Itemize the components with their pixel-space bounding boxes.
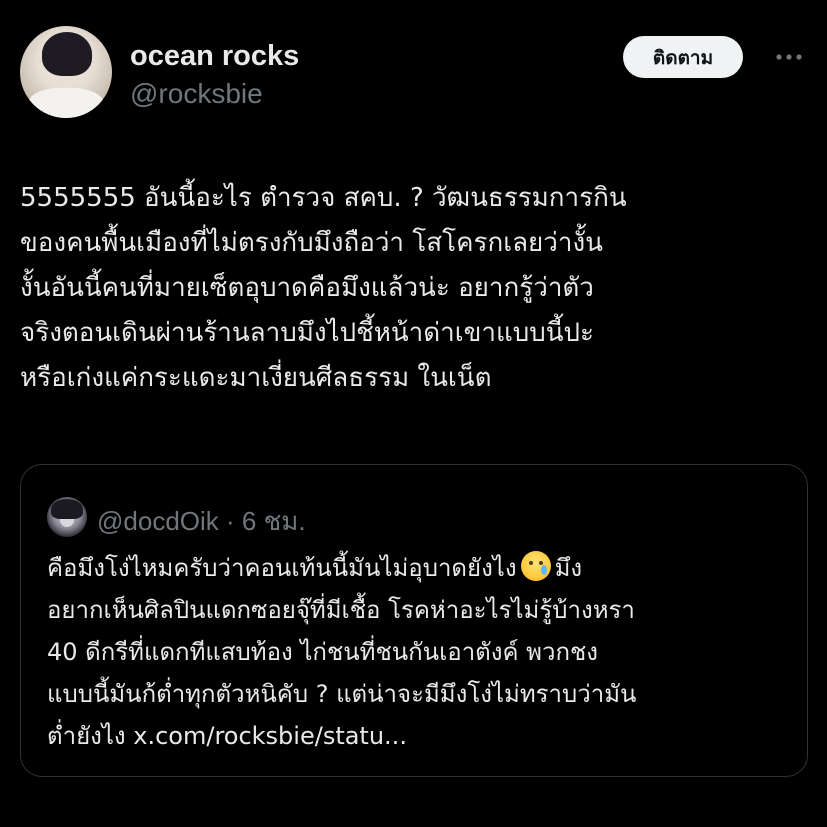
avatar-shirt: [28, 88, 104, 118]
author-display-name[interactable]: ocean rocks: [130, 40, 299, 73]
quoted-post-card[interactable]: @docdOik · 6 ชม. คือมึงโง่ไหมครับว่าคอนเ…: [20, 464, 808, 777]
avatar-hair: [42, 32, 92, 76]
quote-line: แบบนี้มันก้ต่ำทุกตัวหนิคับ ? แต่น่าจะมีม…: [47, 680, 637, 708]
quote-timestamp[interactable]: · 6 ชม.: [219, 506, 306, 536]
quote-author-meta: @docdOik · 6 ชม.: [97, 501, 306, 542]
follow-button[interactable]: ติดตาม: [623, 36, 743, 78]
post-header: ocean rocks @rocksbie ติดตาม: [20, 26, 807, 126]
quote-line-text: คือมึงโง่ไหมครับว่าคอนเท้นนี้มันไม่อุบาด…: [47, 554, 517, 582]
post-line: จริงตอนเดินผ่านร้านลาบมึงไปชี้หน้าด่าเขา…: [20, 318, 595, 348]
author-avatar[interactable]: [20, 26, 112, 118]
quote-line: ต่ำยังไง x.com/rocksbie/statu...: [47, 722, 407, 750]
quote-line: คือมึงโง่ไหมครับว่าคอนเท้นนี้มันไม่อุบาด…: [47, 547, 797, 589]
more-horizontal-icon[interactable]: [771, 43, 807, 71]
crying-face-emoji-icon: [520, 551, 551, 581]
author-handle[interactable]: @rocksbie: [130, 78, 263, 110]
post-line: ของคนพื้นเมืองที่ไม่ตรงกับมึงถือว่า โสโค…: [20, 228, 603, 258]
quote-body: คือมึงโง่ไหมครับว่าคอนเท้นนี้มันไม่อุบาด…: [47, 547, 797, 757]
post-line: งั้นอันนี้คนที่มายเซ็ตอุบาดคือมึงแล้วน่ะ…: [20, 273, 594, 303]
post-line: หรือเก่งแค่กระแดะมาเงี่ยนศีลธรรม ในเน็ต: [20, 363, 492, 393]
quote-line: อยากเห็นศิลปินแดกซอยจุ๊ที่มีเชื้อ โรคห่า…: [47, 596, 635, 624]
quote-avatar-hair: [51, 499, 83, 519]
post-body: 5555555 อันนี้อะไร ตำรวจ สคบ. ? วัฒนธรรม…: [20, 176, 810, 401]
quote-line-text: มึง: [554, 554, 583, 582]
quote-line: 40 ดีกรีที่แดกทีแสบท้อง ไก่ชนที่ชนกันเอา…: [47, 638, 599, 666]
post-line: 5555555 อันนี้อะไร ตำรวจ สคบ. ? วัฒนธรรม…: [20, 183, 627, 213]
quote-author-avatar[interactable]: [47, 497, 87, 537]
quote-author-handle[interactable]: @docdOik: [97, 506, 219, 536]
